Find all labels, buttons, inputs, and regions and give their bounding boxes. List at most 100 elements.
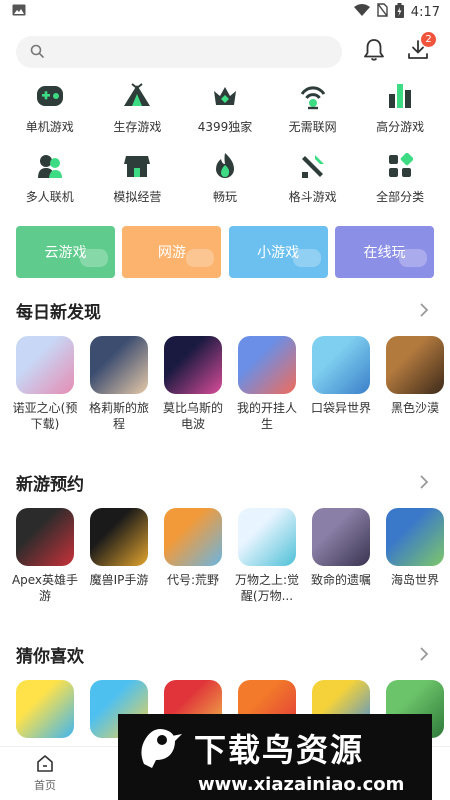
category-survival[interactable]: 生存游戏 — [94, 80, 182, 140]
game-app-icon[interactable] — [90, 508, 148, 566]
category-top-rated[interactable]: 高分游戏 — [356, 80, 444, 140]
download-manager-button[interactable]: 2 — [400, 32, 436, 70]
section-title: 新游预约 — [16, 474, 84, 495]
game-item[interactable]: 格莉斯的旅程 — [89, 336, 149, 450]
game-app-icon[interactable] — [16, 508, 74, 566]
section-new-reservations: 新游预约 Apex英雄手游 魔兽IP手游 代号:荒野 万物之上:觉醒(万物... 致命的… — [0, 456, 450, 622]
category-label: 畅玩 — [212, 190, 237, 204]
game-app-icon[interactable] — [312, 336, 370, 394]
tab-home[interactable]: 首页 — [0, 747, 90, 800]
game-name: 诺亚之心(预下载) — [12, 401, 78, 431]
game-app-icon[interactable] — [238, 508, 296, 566]
category-all[interactable]: 全部分类 — [356, 150, 444, 210]
quick-link-cloud-games[interactable]: 云游戏 — [16, 226, 115, 278]
game-item[interactable]: 黑色沙漠 — [386, 336, 444, 450]
game-name: 代号:荒野 — [166, 573, 220, 587]
gamepad-icon — [79, 248, 109, 272]
game-item[interactable]: 海岛世界 — [386, 508, 444, 622]
game-app-icon[interactable] — [238, 336, 296, 394]
tab-label: 首页 — [34, 779, 56, 792]
game-item[interactable]: 魔兽IP手游 — [90, 508, 148, 622]
watermark-url: www.xiazainiao.com — [198, 773, 405, 795]
quick-link-play-online[interactable]: 在线玩 — [334, 226, 434, 278]
game-item[interactable]: 代号:荒野 — [164, 508, 222, 622]
game-item[interactable]: Apex英雄手游 — [12, 508, 78, 622]
game-row: 诺亚之心(预下载) 格莉斯的旅程 莫比乌斯的电波 我的开挂人生 口袋异世界 黑色沙漠 — [0, 336, 450, 450]
quick-link-online-games[interactable]: 网游 — [122, 226, 222, 278]
watermark-title: 下载鸟资源 — [194, 730, 365, 769]
bird-logo-icon — [132, 720, 184, 776]
multiplayer-icon — [34, 150, 66, 182]
game-app-icon[interactable] — [164, 508, 222, 566]
section-title: 每日新发现 — [16, 302, 101, 323]
download-count-badge: 2 — [421, 32, 436, 47]
gamepad-icon — [292, 248, 322, 272]
category-single-player[interactable]: 单机游戏 — [6, 80, 94, 140]
category-simulation[interactable]: 模拟经营 — [94, 150, 182, 210]
section-header[interactable]: 猜你喜欢 — [0, 628, 450, 680]
gamepad-icon — [34, 80, 66, 112]
game-name: 致命的遗嘱 — [310, 573, 371, 587]
section-header[interactable]: 每日新发现 — [0, 284, 450, 336]
chevron-right-icon[interactable] — [414, 644, 434, 664]
chevron-right-icon[interactable] — [414, 472, 434, 492]
crown-icon — [209, 80, 241, 112]
section-daily-discover: 每日新发现 诺亚之心(预下载) 格莉斯的旅程 莫比乌斯的电波 我的开挂人生 口袋异世界 黑… — [0, 284, 450, 450]
game-app-icon[interactable] — [16, 680, 74, 738]
quick-link-mini-games[interactable]: 小游戏 — [228, 226, 328, 278]
game-app-icon[interactable] — [90, 336, 148, 394]
home-icon — [35, 754, 55, 777]
shop-icon — [121, 150, 153, 182]
no-sim-icon — [377, 3, 388, 21]
category-free-play[interactable]: 畅玩 — [181, 150, 269, 210]
category-4399-exclusive[interactable]: 4399独家 — [181, 80, 269, 140]
game-name: 莫比乌斯的电波 — [162, 401, 223, 431]
game-name: Apex英雄手游 — [11, 573, 79, 603]
game-app-icon[interactable] — [386, 508, 444, 566]
category-label: 高分游戏 — [376, 120, 425, 134]
game-name: 魔兽IP手游 — [89, 573, 149, 587]
game-item[interactable]: 莫比乌斯的电波 — [163, 336, 223, 450]
category-label: 无需联网 — [288, 120, 337, 134]
grid-icon — [384, 150, 416, 182]
game-name: 万物之上:觉醒(万物... — [234, 573, 300, 603]
game-item[interactable]: 我的开挂人生 — [237, 336, 297, 450]
wifi-icon — [353, 3, 370, 21]
search-input[interactable] — [16, 36, 342, 68]
quick-link-label: 网游 — [157, 245, 186, 261]
search-icon — [30, 43, 44, 62]
category-label: 多人联机 — [25, 190, 74, 204]
category-grid: 单机游戏 生存游戏 4399独家 无需联网 高分游戏 多人联机 模拟经营 畅玩 … — [0, 72, 450, 210]
category-offline[interactable]: 无需联网 — [269, 80, 357, 140]
category-label: 单机游戏 — [25, 120, 74, 134]
bell-icon — [363, 38, 385, 66]
category-multiplayer[interactable]: 多人联机 — [6, 150, 94, 210]
game-item[interactable]: 致命的遗嘱 — [311, 508, 371, 622]
section-title: 猜你喜欢 — [16, 646, 84, 667]
game-app-icon[interactable] — [312, 508, 370, 566]
game-name: 口袋异世界 — [310, 401, 371, 415]
game-name: 我的开挂人生 — [236, 401, 297, 431]
chevron-right-icon[interactable] — [414, 300, 434, 320]
category-label: 生存游戏 — [113, 120, 162, 134]
game-name: 黑色沙漠 — [390, 401, 439, 415]
category-fighting[interactable]: 格斗游戏 — [269, 150, 357, 210]
gamepad-icon — [185, 248, 215, 272]
category-label: 全部分类 — [376, 190, 425, 204]
clock-time: 4:17 — [410, 4, 440, 20]
section-header[interactable]: 新游预约 — [0, 456, 450, 508]
category-label: 格斗游戏 — [288, 190, 337, 204]
game-item[interactable]: 诺亚之心(预下载) — [13, 336, 77, 450]
image-notification-icon — [12, 4, 26, 20]
battery-icon — [394, 2, 404, 22]
game-app-icon[interactable] — [386, 336, 444, 394]
bars-icon — [384, 80, 416, 112]
sword-icon — [297, 150, 329, 182]
game-app-icon[interactable] — [16, 336, 74, 394]
notification-bell-button[interactable] — [356, 34, 392, 70]
status-bar: 4:17 — [0, 0, 450, 24]
game-app-icon[interactable] — [164, 336, 222, 394]
game-item[interactable]: 万物之上:觉醒(万物... — [235, 508, 299, 622]
game-name: 海岛世界 — [390, 573, 439, 587]
game-item[interactable]: 口袋异世界 — [311, 336, 371, 450]
